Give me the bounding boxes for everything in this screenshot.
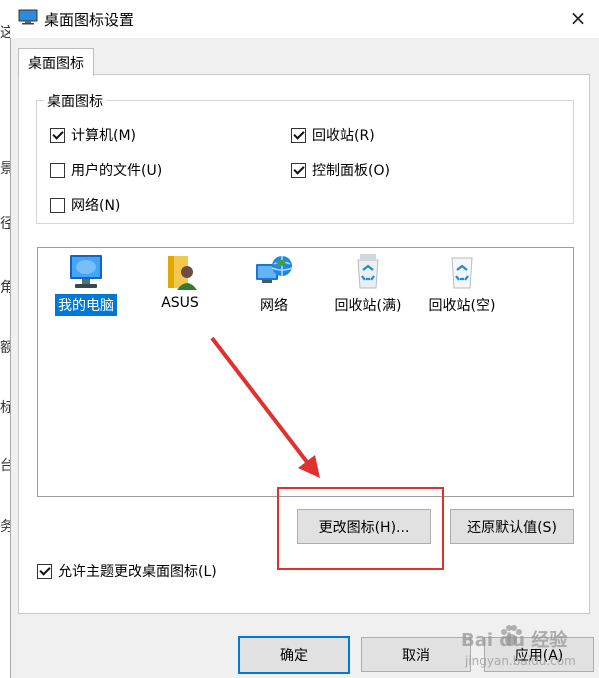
annotation-highlight-box bbox=[277, 487, 444, 570]
watermark-brand: Bai du 经验 bbox=[461, 630, 568, 651]
annotation-arrow bbox=[210, 336, 320, 478]
tab-desktop-icons[interactable]: 桌面图标 bbox=[18, 48, 94, 76]
watermark-url: jingyan.baidu.com bbox=[465, 654, 576, 668]
tab-label: 桌面图标 bbox=[28, 55, 84, 72]
baidu-watermark: Bai du 经验 jingyan.baidu.com bbox=[455, 610, 599, 678]
